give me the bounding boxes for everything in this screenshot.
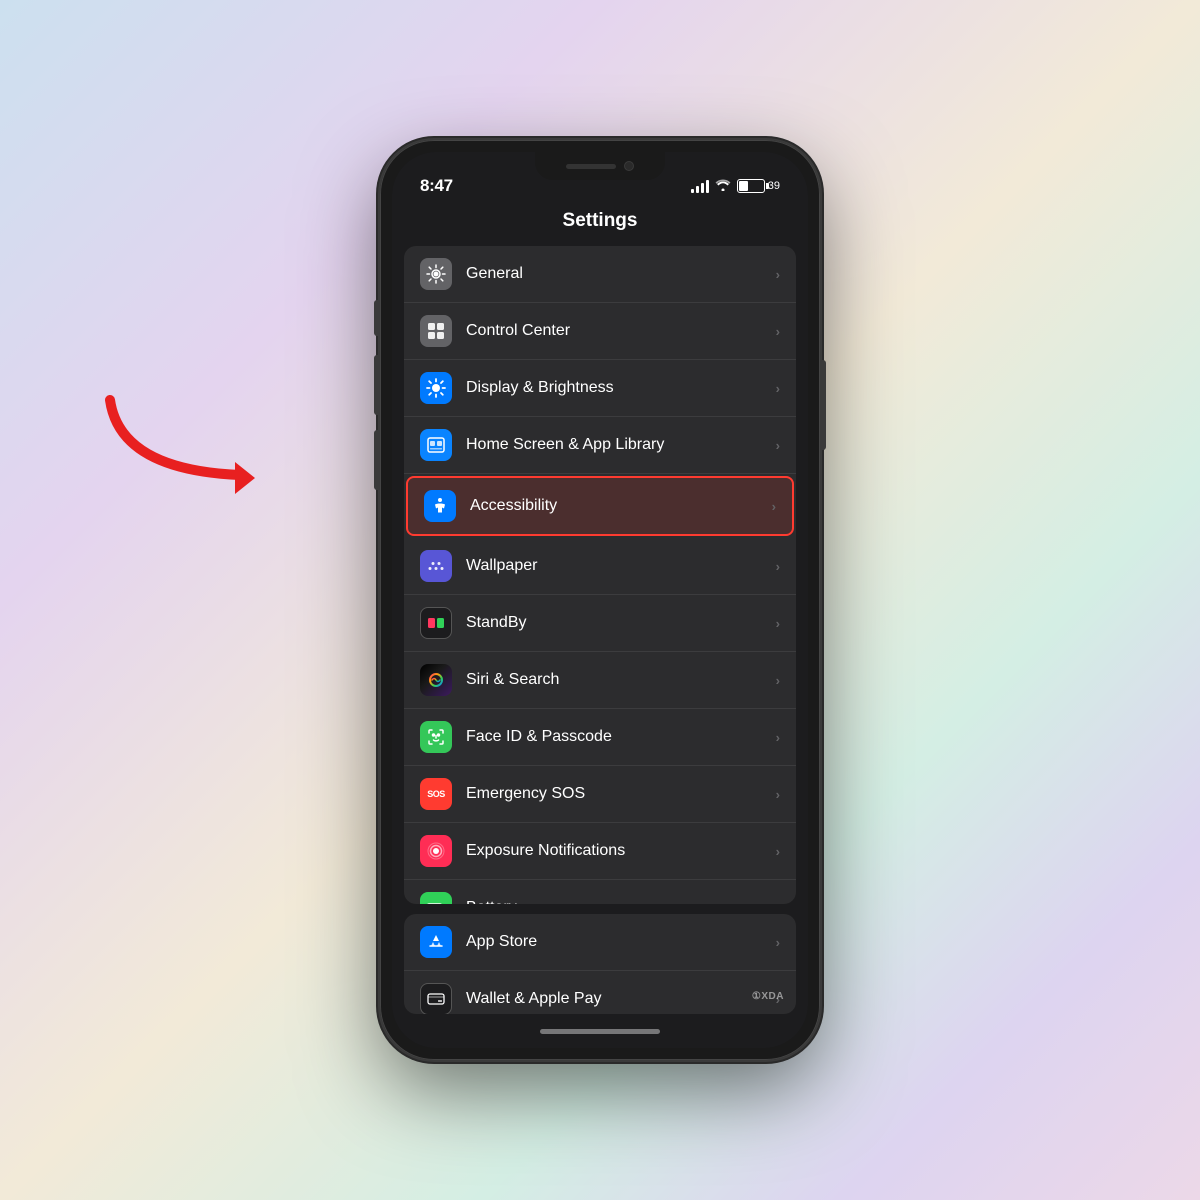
accessibility-label: Accessibility bbox=[470, 497, 772, 515]
faceid-label: Face ID & Passcode bbox=[466, 728, 776, 746]
accessibility-chevron: › bbox=[772, 499, 776, 514]
signal-icon bbox=[691, 180, 709, 193]
settings-scroll: General › Control Center › bbox=[392, 246, 808, 1014]
wallet-icon bbox=[420, 983, 452, 1014]
home-screen-label: Home Screen & App Library bbox=[466, 436, 776, 454]
wallpaper-chevron: › bbox=[776, 559, 780, 574]
wifi-icon bbox=[715, 179, 731, 193]
settings-row-battery[interactable]: Battery › bbox=[404, 880, 796, 904]
battery-indicator: 39 bbox=[737, 179, 780, 193]
display-icon bbox=[420, 372, 452, 404]
sos-chevron: › bbox=[776, 787, 780, 802]
exposure-chevron: › bbox=[776, 844, 780, 859]
general-chevron: › bbox=[776, 267, 780, 282]
siri-label: Siri & Search bbox=[466, 671, 776, 689]
settings-row-appstore[interactable]: App Store › bbox=[404, 914, 796, 971]
battery-icon bbox=[420, 892, 452, 904]
settings-row-faceid[interactable]: Face ID & Passcode › bbox=[404, 709, 796, 766]
standby-icon bbox=[420, 607, 452, 639]
status-icons: 39 bbox=[691, 179, 780, 193]
control-center-icon bbox=[420, 315, 452, 347]
siri-chevron: › bbox=[776, 673, 780, 688]
accessibility-icon bbox=[424, 490, 456, 522]
exposure-icon bbox=[420, 835, 452, 867]
settings-row-standby[interactable]: StandBy › bbox=[404, 595, 796, 652]
settings-group-1: General › Control Center › bbox=[404, 246, 796, 904]
standby-label: StandBy bbox=[466, 614, 776, 632]
appstore-chevron: › bbox=[776, 935, 780, 950]
xda-watermark: ①XDA bbox=[752, 991, 784, 1002]
settings-row-wallpaper[interactable]: Wallpaper › bbox=[404, 538, 796, 595]
home-screen-chevron: › bbox=[776, 438, 780, 453]
faceid-chevron: › bbox=[776, 730, 780, 745]
display-label: Display & Brightness bbox=[466, 379, 776, 397]
speaker-grille bbox=[566, 164, 616, 169]
home-indicator bbox=[392, 1014, 808, 1048]
general-label: General bbox=[466, 265, 776, 283]
front-camera bbox=[624, 161, 634, 171]
settings-row-accessibility[interactable]: Accessibility › bbox=[406, 476, 794, 536]
phone-screen: 8:47 bbox=[392, 152, 808, 1048]
settings-row-sos[interactable]: SOS Emergency SOS › bbox=[404, 766, 796, 823]
volume-up-button bbox=[374, 355, 379, 415]
phone-shell: 8:47 bbox=[380, 140, 820, 1060]
wallpaper-label: Wallpaper bbox=[466, 557, 776, 575]
page-title: Settings bbox=[392, 202, 808, 246]
control-center-label: Control Center bbox=[466, 322, 776, 340]
settings-row-siri[interactable]: Siri & Search › bbox=[404, 652, 796, 709]
settings-row-general[interactable]: General › bbox=[404, 246, 796, 303]
settings-row-exposure[interactable]: Exposure Notifications › bbox=[404, 823, 796, 880]
notch bbox=[535, 152, 665, 180]
settings-row-home-screen[interactable]: Home Screen & App Library › bbox=[404, 417, 796, 474]
appstore-label: App Store bbox=[466, 933, 776, 951]
settings-row-control-center[interactable]: Control Center › bbox=[404, 303, 796, 360]
wallpaper-icon bbox=[420, 550, 452, 582]
home-screen-icon bbox=[420, 429, 452, 461]
standby-chevron: › bbox=[776, 616, 780, 631]
faceid-icon bbox=[420, 721, 452, 753]
exposure-label: Exposure Notifications bbox=[466, 842, 776, 860]
appstore-icon bbox=[420, 926, 452, 958]
sos-icon: SOS bbox=[420, 778, 452, 810]
home-bar bbox=[540, 1029, 660, 1034]
status-time: 8:47 bbox=[420, 176, 453, 196]
siri-icon bbox=[420, 664, 452, 696]
settings-group-2: App Store › Wallet & Apple Pay › bbox=[404, 914, 796, 1014]
settings-row-display[interactable]: Display & Brightness › bbox=[404, 360, 796, 417]
battery-label: Battery bbox=[466, 899, 776, 904]
volume-mute-button bbox=[374, 300, 379, 336]
sos-label: Emergency SOS bbox=[466, 785, 776, 803]
arrow-annotation bbox=[80, 390, 360, 530]
settings-row-wallet[interactable]: Wallet & Apple Pay › bbox=[404, 971, 796, 1014]
wallet-label: Wallet & Apple Pay bbox=[466, 990, 776, 1008]
volume-down-button bbox=[374, 430, 379, 490]
battery-icon bbox=[737, 179, 765, 193]
battery-percent: 39 bbox=[768, 180, 780, 192]
battery-chevron: › bbox=[776, 901, 780, 905]
general-icon bbox=[420, 258, 452, 290]
power-button bbox=[821, 360, 826, 450]
control-center-chevron: › bbox=[776, 324, 780, 339]
display-chevron: › bbox=[776, 381, 780, 396]
